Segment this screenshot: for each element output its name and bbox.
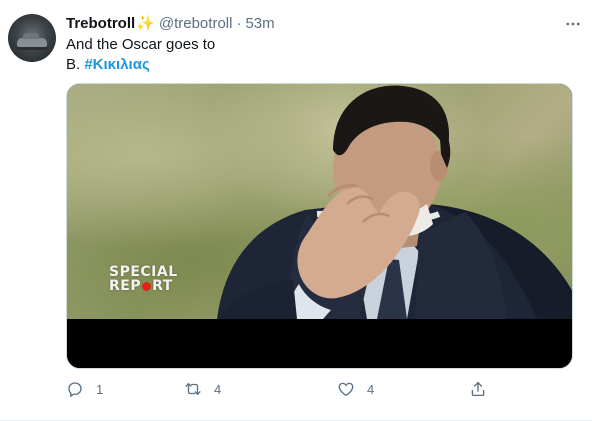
share-button[interactable] [469,378,487,400]
separator-dot: · [236,15,242,32]
tweet-text-prefix: Β. [66,56,85,73]
reply-icon [68,382,82,397]
badge-line-2a: REP [109,278,142,294]
avatar[interactable] [8,14,56,62]
badge-line-2: REP RT [109,279,178,293]
special-report-badge: SPECIAL REP RT [109,265,178,293]
video-player[interactable]: SPECIAL REP RT [66,83,573,369]
video-letterbox [67,319,572,368]
sparkles-emoji: ✨ [136,15,155,32]
tweet-actions: 1 4 4 [66,378,506,400]
like-button[interactable]: 4 [337,378,374,400]
tweet-text-line-1: And the Oscar goes to [66,36,216,53]
display-name[interactable]: Trebotroll [66,14,135,34]
more-icon [566,22,580,26]
like-count: 4 [367,381,375,397]
retweet-button[interactable]: 4 [184,378,221,400]
user-handle[interactable]: @trebotroll [159,14,233,34]
badge-red-dot [142,281,152,291]
hashtag-link[interactable]: #Κικιλιας [84,56,149,73]
heart-icon [338,382,354,397]
video-frame[interactable]: SPECIAL REP RT [67,84,572,319]
timestamp[interactable]: 53m [245,14,274,34]
tweet-text-line-2: Β. #Κικιλιας [66,55,566,75]
share-icon [471,381,485,397]
reply-button[interactable]: 1 [66,378,103,400]
retweet-icon [185,383,201,395]
badge-line-2b: RT [152,278,173,294]
avatar-car-image [17,33,47,47]
more-button[interactable] [562,13,584,35]
retweet-count: 4 [214,381,222,397]
reply-count: 1 [96,381,104,397]
badge-line-1: SPECIAL [109,264,178,280]
tweet-header: Trebotroll ✨ @trebotroll · 53m [66,14,275,34]
tweet[interactable]: Trebotroll ✨ @trebotroll · 53m And the O… [0,0,592,421]
tweet-text: And the Oscar goes to Β. #Κικιλιας [66,35,566,75]
